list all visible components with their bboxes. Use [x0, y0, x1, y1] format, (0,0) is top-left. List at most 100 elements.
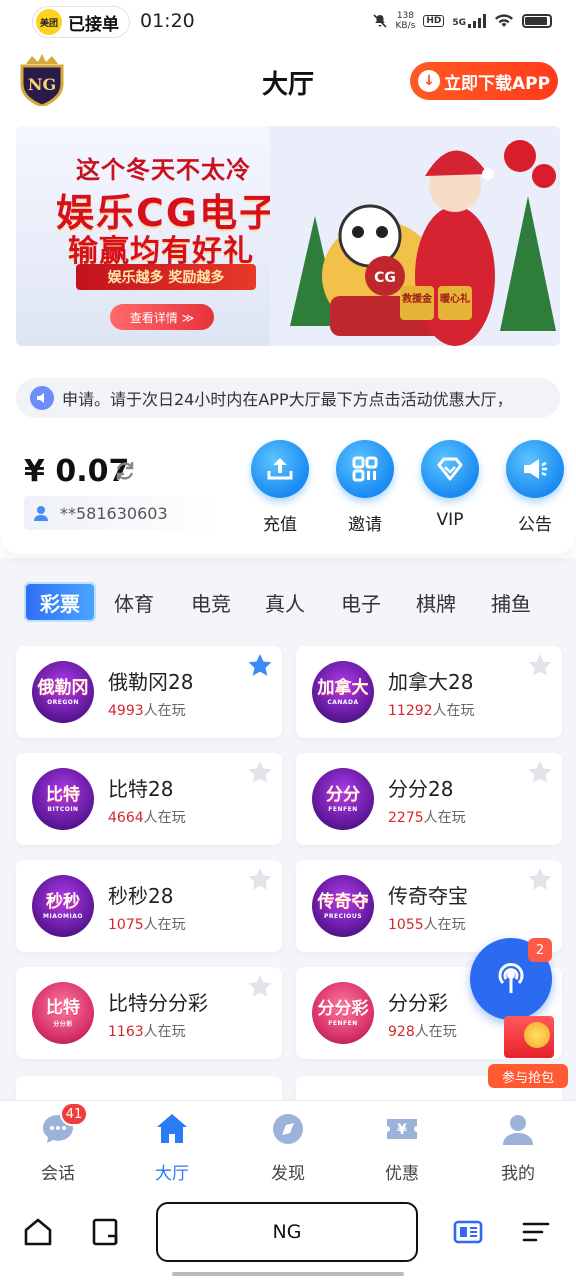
account-card: ¥ 0.07 **581630603 充值 邀请 VIP 公告: [0, 420, 576, 554]
browser-toolbar: NG: [0, 1188, 576, 1280]
clock: 01:20: [140, 10, 195, 32]
player-count: 928人在玩: [388, 1024, 457, 1040]
announcement-button[interactable]: 公告: [505, 440, 565, 535]
svg-text:¥: ¥: [397, 1122, 407, 1138]
game-icon: 秒秒 MIAOMIAO: [32, 875, 94, 937]
svg-text:救援金: 救援金: [402, 292, 433, 305]
banner-tagline: 娱乐越多 奖励越多: [76, 264, 256, 290]
game-name: 分分彩: [388, 991, 448, 1015]
favorite-star-icon[interactable]: [246, 973, 274, 1001]
favorite-star-icon[interactable]: [526, 759, 554, 787]
home-icon: [157, 1114, 187, 1143]
favorite-star-icon[interactable]: [526, 866, 554, 894]
favorite-star-icon[interactable]: [246, 652, 274, 680]
system-icons: 138 KB/s HD 5G: [372, 11, 552, 31]
favorite-star-icon[interactable]: [526, 652, 554, 680]
nav-lobby[interactable]: 大厅: [136, 1111, 208, 1184]
player-count: 2275人在玩: [388, 810, 466, 826]
diamond-icon: [421, 440, 479, 498]
announcement-marquee[interactable]: 申请。请于次日24小时内在APP大厅最下方点击活动优惠大厅，: [16, 378, 560, 418]
download-icon: ↓: [418, 70, 440, 92]
chat-unread-badge: 41: [60, 1102, 88, 1126]
tabs-icon[interactable]: [90, 1216, 122, 1248]
game-icon: 加拿大 CANADA: [312, 661, 374, 723]
address-bar[interactable]: NG: [156, 1202, 418, 1262]
deposit-button[interactable]: 充值: [250, 440, 310, 535]
notification-label: 已接单: [68, 14, 119, 35]
player-count: 1163人在玩: [108, 1024, 186, 1040]
speaker-icon: [30, 386, 54, 410]
coupon-icon: ¥: [387, 1119, 417, 1139]
favorite-star-icon[interactable]: [246, 759, 274, 787]
player-count: 11292人在玩: [388, 703, 475, 719]
game-card[interactable]: 分分 FENFEN 分分28 2275人在玩: [296, 753, 562, 845]
nav-promos[interactable]: ¥ 优惠: [366, 1111, 438, 1184]
game-icon: 传奇夺 PRECIOUS: [312, 875, 374, 937]
tab-esports[interactable]: 电竞: [191, 580, 231, 624]
tab-slots[interactable]: 电子: [341, 580, 381, 624]
game-icon: 比特 BITCOIN: [32, 768, 94, 830]
game-name: 俄勒冈28: [108, 670, 194, 694]
tab-live[interactable]: 真人: [265, 580, 305, 624]
home-icon[interactable]: [22, 1216, 54, 1248]
banner-artwork: CG 救援金 暖心礼: [270, 126, 560, 346]
nav-profile[interactable]: 我的: [482, 1111, 554, 1184]
game-name: 比特分分彩: [108, 991, 208, 1015]
user-icon: [503, 1115, 533, 1145]
game-name: 加拿大28: [388, 670, 474, 694]
refresh-icon[interactable]: [114, 460, 136, 482]
battery-icon: [522, 14, 552, 28]
game-card[interactable]: 比特 BITCOIN 比特28 4664人在玩: [16, 753, 282, 845]
user-icon: [34, 506, 48, 521]
game-card[interactable]: 加拿大 CANADA 加拿大28 11292人在玩: [296, 646, 562, 738]
app-header: NG 大厅 ↓ 立即下载APP: [0, 46, 576, 118]
status-bar: 美团 已接单 01:20 138 KB/s HD 5G: [0, 0, 576, 46]
game-name: 分分28: [388, 777, 454, 801]
player-count: 1055人在玩: [388, 917, 466, 933]
game-card[interactable]: 俄勒冈 OREGON 俄勒冈28 4993人在玩: [16, 646, 282, 738]
banner-headline: 这个冬天不太冷: [76, 156, 251, 184]
tab-fishing[interactable]: 捕鱼: [491, 580, 531, 624]
qr-icon: [336, 440, 394, 498]
game-card[interactable]: 传奇夺 PRECIOUS 传奇夺宝 1055人在玩: [296, 860, 562, 952]
reader-mode-icon[interactable]: [452, 1216, 484, 1248]
tab-cards[interactable]: 棋牌: [416, 580, 456, 624]
mute-icon: [372, 14, 387, 28]
compass-icon: [273, 1114, 303, 1144]
red-packet-label[interactable]: 参与抢包: [488, 1064, 568, 1088]
announcement-text: 申请。请于次日24小时内在APP大厅最下方点击活动优惠大厅，: [62, 390, 513, 409]
signal-icon: 5G: [452, 14, 486, 28]
broadcast-icon: [498, 963, 524, 993]
banner-details-button[interactable]: 查看详情 ≫: [110, 304, 214, 330]
invite-button[interactable]: 邀请: [335, 440, 395, 535]
game-card[interactable]: 秒秒 MIAOMIAO 秒秒28 1075人在玩: [16, 860, 282, 952]
game-card[interactable]: 比特 分分彩 比特分分彩 1163人在玩: [16, 967, 282, 1059]
vip-button[interactable]: VIP: [420, 440, 480, 535]
quick-actions: 充值 邀请 VIP 公告: [250, 440, 565, 535]
menu-icon[interactable]: [520, 1216, 552, 1248]
game-icon: 比特 分分彩: [32, 982, 94, 1044]
tab-sports[interactable]: 体育: [114, 580, 154, 624]
gesture-handle: [172, 1272, 404, 1276]
coin-icon: [524, 1022, 550, 1048]
game-name: 比特28: [108, 777, 174, 801]
wifi-icon: [495, 14, 513, 27]
game-icon: 俄勒冈 OREGON: [32, 661, 94, 723]
tab-lottery[interactable]: 彩票: [24, 582, 96, 622]
megaphone-icon: [506, 440, 564, 498]
net-speed: 138 KB/s: [395, 11, 416, 31]
promo-banner[interactable]: 这个冬天不太冷 娱乐CG电子 输赢均有好礼 娱乐越多 奖励越多 查看详情 ≫ C…: [16, 126, 560, 346]
nav-discover[interactable]: 发现: [252, 1111, 324, 1184]
app-notification-pill[interactable]: 美团 已接单: [32, 6, 130, 38]
user-id-field: **581630603: [24, 496, 220, 530]
player-count: 1075人在玩: [108, 917, 186, 933]
player-count: 4664人在玩: [108, 810, 186, 826]
download-app-button[interactable]: ↓ 立即下载APP: [410, 62, 558, 100]
player-count: 4993人在玩: [108, 703, 186, 719]
game-name: 传奇夺宝: [388, 884, 468, 908]
hd-icon: HD: [423, 15, 445, 27]
support-badge: 2: [528, 938, 552, 962]
svg-text:暖心礼: 暖心礼: [440, 292, 470, 305]
favorite-star-icon[interactable]: [246, 866, 274, 894]
user-id: **581630603: [60, 503, 168, 523]
